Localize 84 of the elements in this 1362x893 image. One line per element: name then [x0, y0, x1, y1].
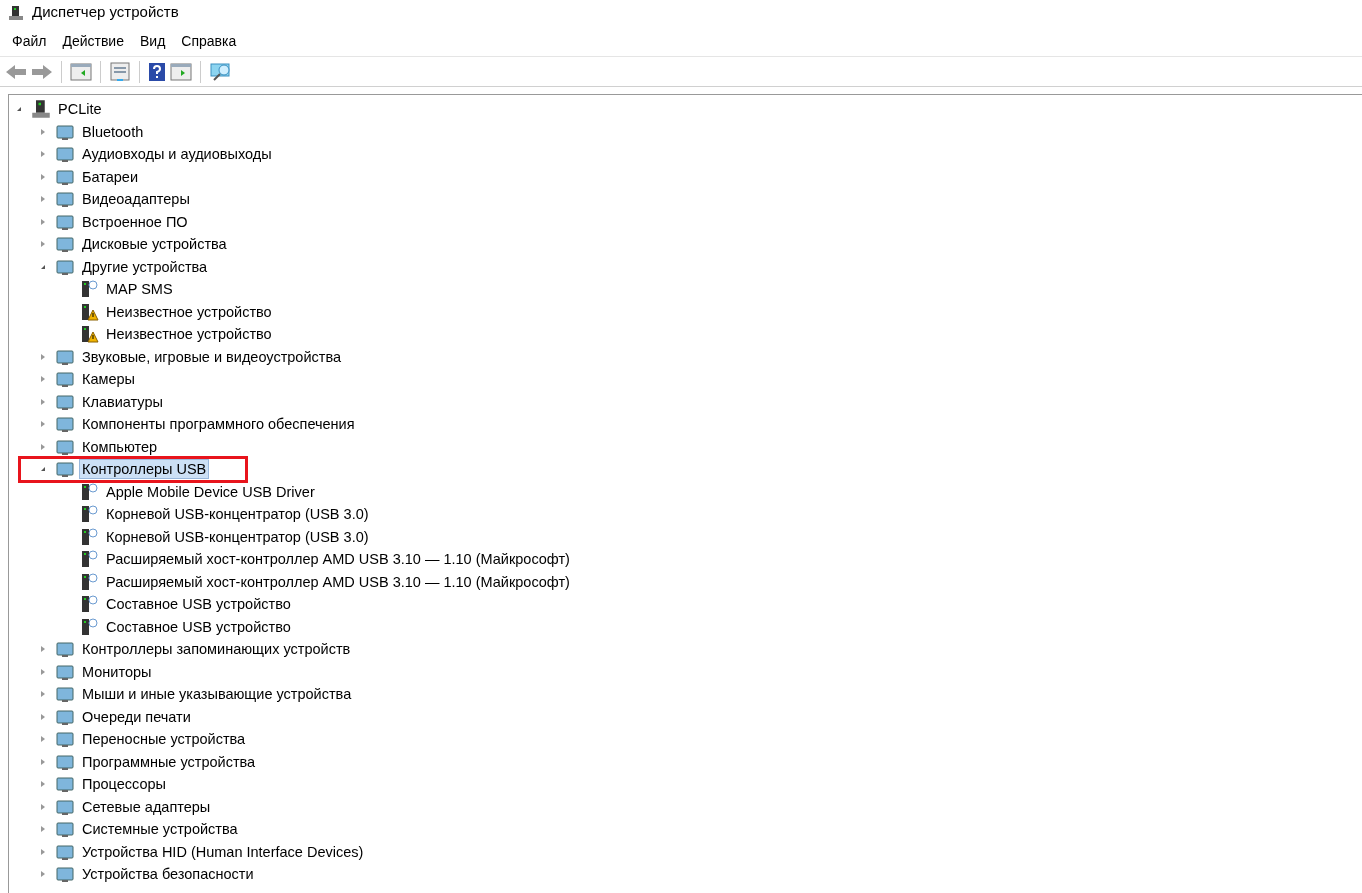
tree-item[interactable]: Bluetooth	[79, 121, 147, 142]
tree-item[interactable]: Контроллеры USB	[79, 459, 210, 480]
expand-arrow-icon[interactable]	[39, 802, 47, 811]
tree-item[interactable]: Встроенное ПО	[79, 211, 191, 232]
computer-icon	[8, 4, 24, 21]
expand-arrow-icon[interactable]	[39, 352, 47, 361]
device-category-icon	[55, 729, 75, 750]
expand-arrow-icon[interactable]	[39, 150, 47, 159]
tree-item[interactable]: Мыши и иные указывающие устройства	[79, 684, 355, 705]
device-category-icon	[55, 414, 75, 435]
expand-arrow-icon[interactable]	[39, 127, 47, 136]
tree-item[interactable]: Аудиовходы и аудиовыходы	[79, 144, 275, 165]
expand-arrow-icon[interactable]	[39, 645, 47, 654]
tree-item[interactable]: MAP SMS	[103, 279, 176, 300]
tree-item[interactable]: Компьютер	[79, 436, 161, 457]
expand-arrow-icon[interactable]	[39, 690, 47, 699]
tree-item[interactable]: Батареи	[79, 166, 142, 187]
window-panel-icon[interactable]	[70, 62, 92, 81]
expand-arrow-icon[interactable]	[39, 420, 47, 429]
tree-item[interactable]: Камеры	[79, 369, 139, 390]
expand-arrow-icon[interactable]	[39, 375, 47, 384]
tree-item[interactable]: Переносные устройства	[79, 729, 249, 750]
tree-item[interactable]: Другие устройства	[79, 256, 211, 277]
monitor-search-icon[interactable]	[209, 61, 233, 82]
expand-arrow-icon[interactable]	[39, 870, 47, 879]
expand-arrow-icon[interactable]	[39, 847, 47, 856]
window-title: Диспетчер устройств	[32, 2, 179, 23]
tree-item[interactable]: Расширяемый хост-контроллер AMD USB 3.10 — 1.10 (Майкрософт)	[103, 571, 573, 592]
device-category-icon	[55, 234, 75, 255]
expand-arrow-icon[interactable]	[39, 195, 47, 204]
device-category-icon	[55, 144, 75, 165]
device-category-icon	[55, 639, 75, 660]
collapse-arrow-icon[interactable]	[39, 465, 47, 474]
device-category-icon	[55, 864, 75, 885]
expand-arrow-icon[interactable]	[39, 735, 47, 744]
tree-item[interactable]: Мониторы	[79, 661, 155, 682]
tree-item[interactable]: Видеоадаптеры	[79, 189, 193, 210]
tree-item[interactable]: Контроллеры запоминающих устройств	[79, 639, 354, 660]
device-category-icon	[55, 819, 75, 840]
menu-item[interactable]: Действие	[54, 31, 132, 52]
tree-item[interactable]: Составное USB устройство	[103, 616, 294, 637]
tree-item[interactable]: Неизвестное устройство	[103, 324, 275, 345]
tree-item[interactable]: Клавиатуры	[79, 391, 166, 412]
tree-item[interactable]: PCLite	[55, 99, 105, 120]
menu-item[interactable]: Вид	[131, 31, 174, 52]
expand-arrow-icon[interactable]	[39, 217, 47, 226]
tree-item[interactable]: Звуковые, игровые и видеоустройства	[79, 346, 344, 367]
expand-arrow-icon[interactable]	[39, 712, 47, 721]
expand-arrow-icon[interactable]	[39, 397, 47, 406]
expand-arrow-icon[interactable]	[39, 667, 47, 676]
tree-item[interactable]: Составное USB устройство	[103, 594, 294, 615]
tree-item[interactable]: Apple Mobile Device USB Driver	[103, 481, 318, 502]
back-arrow-icon[interactable]	[5, 62, 27, 81]
tree-item[interactable]: Неизвестное устройство	[103, 301, 275, 322]
tree-item[interactable]: Устройства безопасности	[79, 864, 257, 885]
expand-arrow-icon[interactable]	[39, 442, 47, 451]
expand-arrow-icon[interactable]	[39, 172, 47, 181]
forward-arrow-icon[interactable]	[31, 62, 53, 81]
tree-item[interactable]: Программные устройства	[79, 751, 259, 772]
device-category-icon	[55, 189, 75, 210]
expand-arrow-icon[interactable]	[39, 240, 47, 249]
device-category-icon	[55, 684, 75, 705]
device-category-icon	[55, 459, 75, 480]
tree-item[interactable]: Сетевые адаптеры	[79, 796, 214, 817]
tree-item[interactable]: Корневой USB-концентратор (USB 3.0)	[103, 504, 372, 525]
device-category-icon	[55, 774, 75, 795]
tree-item[interactable]: Компоненты программного обеспечения	[79, 414, 358, 435]
tree-item[interactable]: Дисковые устройства	[79, 234, 230, 255]
computer-icon	[31, 99, 51, 120]
expand-arrow-icon[interactable]	[39, 780, 47, 789]
tree-item[interactable]: Корневой USB-концентратор (USB 3.0)	[103, 526, 372, 547]
tree-item[interactable]: Расширяемый хост-контроллер AMD USB 3.10 — 1.10 (Майкрософт)	[103, 549, 573, 570]
device-category-icon	[55, 369, 75, 390]
collapse-arrow-icon[interactable]	[15, 105, 23, 114]
help-icon[interactable]	[148, 61, 166, 82]
menu-item[interactable]: Справка	[173, 31, 245, 52]
tree-item[interactable]: Процессоры	[79, 774, 169, 795]
expand-arrow-icon[interactable]	[39, 757, 47, 766]
menu-item[interactable]: Файл	[4, 31, 55, 52]
tree-item[interactable]: Устройства HID (Human Interface Devices)	[79, 841, 367, 862]
expand-arrow-icon[interactable]	[39, 825, 47, 834]
tree-item[interactable]: Системные устройства	[79, 819, 241, 840]
tree-item[interactable]: Очереди печати	[79, 706, 194, 727]
properties-sheet-icon[interactable]	[109, 61, 131, 82]
